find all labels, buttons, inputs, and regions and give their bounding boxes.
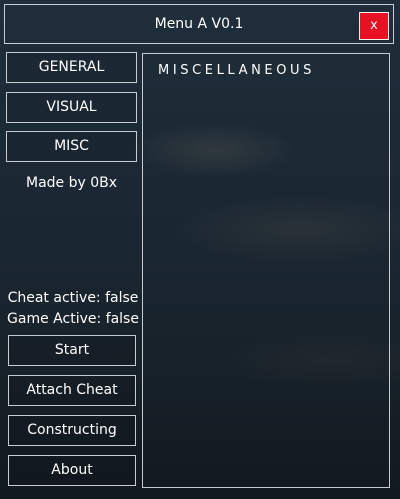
menu-window: Menu A V0.1 x GENERAL VISUAL MISC Made b…	[0, 0, 400, 499]
panel-title: MISCELLANEOUS	[158, 63, 316, 78]
attach-cheat-button[interactable]: Attach Cheat	[8, 375, 136, 406]
general-button[interactable]: GENERAL	[6, 52, 137, 83]
window-title: Menu A V0.1	[154, 16, 244, 32]
constructing-button[interactable]: Constructing	[8, 415, 136, 446]
about-button[interactable]: About	[8, 455, 136, 486]
cheat-active-status: Cheat active: false	[7, 290, 139, 306]
visual-button[interactable]: VISUAL	[6, 92, 137, 123]
misc-panel: MISCELLANEOUS	[142, 53, 390, 488]
start-button[interactable]: Start	[8, 335, 136, 366]
close-button[interactable]: x	[359, 12, 389, 40]
credit-text: Made by 0Bx	[25, 175, 118, 191]
misc-button[interactable]: MISC	[6, 131, 137, 162]
game-active-status: Game Active: false	[7, 311, 139, 327]
title-bar[interactable]: Menu A V0.1 x	[4, 4, 394, 44]
